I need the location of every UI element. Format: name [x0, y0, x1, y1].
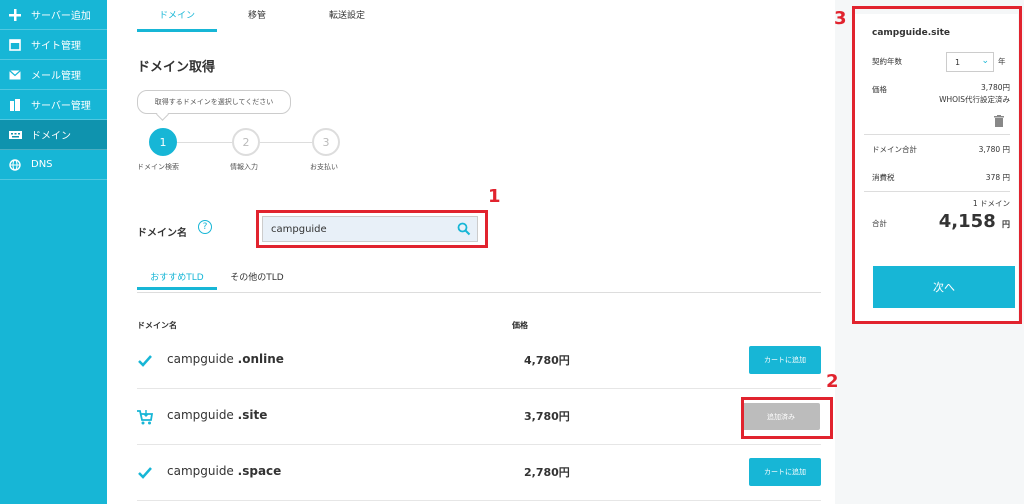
check-icon: [137, 353, 153, 369]
tab-other-tld[interactable]: その他のTLD: [222, 266, 292, 287]
annotation-box-3: [852, 6, 1022, 324]
main-content: ドメイン 移管 転送設定 ドメイン取得 取得するドメインを選択してください 1 …: [107, 0, 835, 504]
top-tabs: ドメイン 移管 転送設定: [137, 0, 397, 32]
domain-name: campguide .site: [167, 408, 268, 422]
globe-icon: [8, 158, 22, 172]
sidebar-item-label: サイト管理: [31, 41, 81, 52]
step-1-label: ドメイン検索: [137, 163, 179, 171]
sidebar-item-server[interactable]: サーバー管理: [0, 90, 107, 120]
sidebar-item-label: メール管理: [31, 71, 81, 82]
table-row: campguide .space 2,780円 カートに追加: [137, 445, 821, 501]
step-connector: [177, 142, 232, 143]
cart-icon: [137, 409, 154, 425]
divider: [137, 292, 821, 293]
sidebar-item-domain[interactable]: ドメイン: [0, 120, 107, 150]
step-connector: [260, 142, 312, 143]
server-icon: [8, 98, 22, 112]
sidebar-item-add-server[interactable]: サーバー追加: [0, 0, 107, 30]
step-tooltip: 取得するドメインを選択してください: [137, 90, 291, 114]
domain-price: 2,780円: [524, 466, 570, 479]
sidebar-item-label: DNS: [31, 159, 53, 170]
annotation-box-2: [741, 397, 833, 439]
step-2-label: 情報入力: [230, 163, 258, 171]
page-title: ドメイン取得: [137, 60, 216, 75]
add-to-cart-button[interactable]: カートに追加: [749, 458, 821, 486]
annotation-number-3: 3: [834, 8, 847, 29]
annotation-box-1: [256, 210, 488, 248]
domain-name-label: ドメイン名: [137, 228, 187, 239]
table-row: campguide .site 3,780円 追加済み: [137, 389, 821, 445]
domain-name: campguide .online: [167, 352, 284, 366]
column-header-price: 価格: [512, 321, 528, 330]
sidebar-item-site[interactable]: サイト管理: [0, 30, 107, 60]
tab-transfer[interactable]: 移管: [217, 0, 297, 32]
annotation-number-2: 2: [826, 371, 839, 392]
annotation-number-1: 1: [488, 186, 501, 207]
check-icon: [137, 465, 153, 481]
domain-name: campguide .space: [167, 464, 282, 478]
add-to-cart-button[interactable]: カートに追加: [749, 346, 821, 374]
sidebar-item-label: ドメイン: [31, 131, 71, 142]
column-header-domain: ドメイン名: [137, 321, 177, 330]
tab-forwarding[interactable]: 転送設定: [297, 0, 397, 32]
sidebar-item-dns[interactable]: DNS: [0, 150, 107, 180]
sidebar-item-label: サーバー管理: [31, 101, 91, 112]
window-icon: [8, 38, 22, 52]
plus-icon: [8, 8, 22, 22]
help-icon[interactable]: ?: [198, 220, 212, 234]
step-2-circle: 2: [232, 128, 260, 156]
tab-recommended-tld[interactable]: おすすめTLD: [137, 266, 217, 290]
domain-price: 3,780円: [524, 410, 570, 423]
sidebar: サーバー追加 サイト管理 メール管理 サーバー管理 ドメイン DNS: [0, 0, 107, 504]
sidebar-item-mail[interactable]: メール管理: [0, 60, 107, 90]
table-row: campguide .online 4,780円 カートに追加: [137, 333, 821, 389]
envelope-icon: [8, 68, 22, 82]
domain-price: 4,780円: [524, 354, 570, 367]
tab-domain[interactable]: ドメイン: [137, 0, 217, 32]
keyboard-icon: [8, 128, 22, 142]
step-1-circle: 1: [149, 128, 177, 156]
sidebar-item-label: サーバー追加: [31, 11, 91, 22]
step-3-circle: 3: [312, 128, 340, 156]
step-3-label: お支払い: [310, 163, 338, 171]
